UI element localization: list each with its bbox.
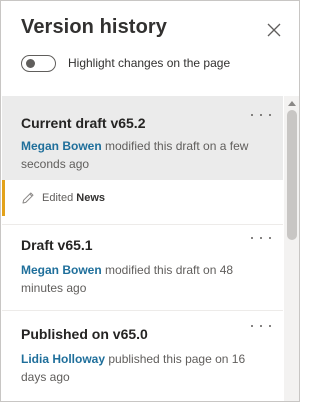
close-icon (267, 23, 281, 37)
more-icon (251, 114, 253, 116)
version-description: Megan Bowen modified this draft on a few… (21, 137, 271, 173)
scrollbar-thumb[interactable] (287, 110, 297, 240)
more-icon (251, 325, 253, 327)
more-options-button[interactable] (251, 321, 271, 331)
edit-accent-bar (2, 180, 5, 216)
version-description: Lidia Holloway published this page on 16… (21, 350, 271, 386)
version-list: Current draft v65.2 Megan Bowen modified… (2, 96, 283, 401)
version-title: Draft v65.1 (21, 237, 93, 253)
highlight-changes-toggle[interactable] (21, 54, 56, 72)
highlight-changes-row: Highlight changes on the page (21, 53, 230, 73)
version-item-current-draft[interactable]: Current draft v65.2 Megan Bowen modified… (2, 96, 283, 180)
scrollbar[interactable] (284, 96, 299, 401)
panel-title: Version history (21, 16, 167, 38)
more-icon (251, 237, 253, 239)
version-item-published[interactable]: Published on v65.0 Lidia Holloway publis… (2, 310, 283, 401)
author-link[interactable]: Lidia Holloway (21, 352, 105, 366)
edit-entry[interactable]: Edited News (2, 180, 283, 216)
close-button[interactable] (263, 19, 285, 41)
edit-entry-prefix: Edited (42, 192, 74, 204)
version-title: Published on v65.0 (21, 326, 148, 342)
highlight-changes-label: Highlight changes on the page (68, 56, 231, 70)
author-link[interactable]: Megan Bowen (21, 263, 102, 277)
pencil-icon (22, 192, 34, 204)
more-options-button[interactable] (251, 233, 271, 243)
version-item-draft[interactable]: Draft v65.1 Megan Bowen modified this dr… (2, 224, 283, 307)
edit-entry-text: Edited News (42, 192, 105, 204)
version-title: Current draft v65.2 (21, 115, 146, 131)
author-link[interactable]: Megan Bowen (21, 139, 102, 153)
toggle-knob (26, 58, 35, 68)
edit-entry-target: News (76, 192, 106, 204)
version-description: Megan Bowen modified this draft on 48 mi… (21, 261, 271, 297)
scroll-up-icon[interactable] (288, 100, 296, 106)
version-history-panel: Version history Highlight changes on the… (0, 0, 300, 402)
more-options-button[interactable] (251, 110, 271, 120)
